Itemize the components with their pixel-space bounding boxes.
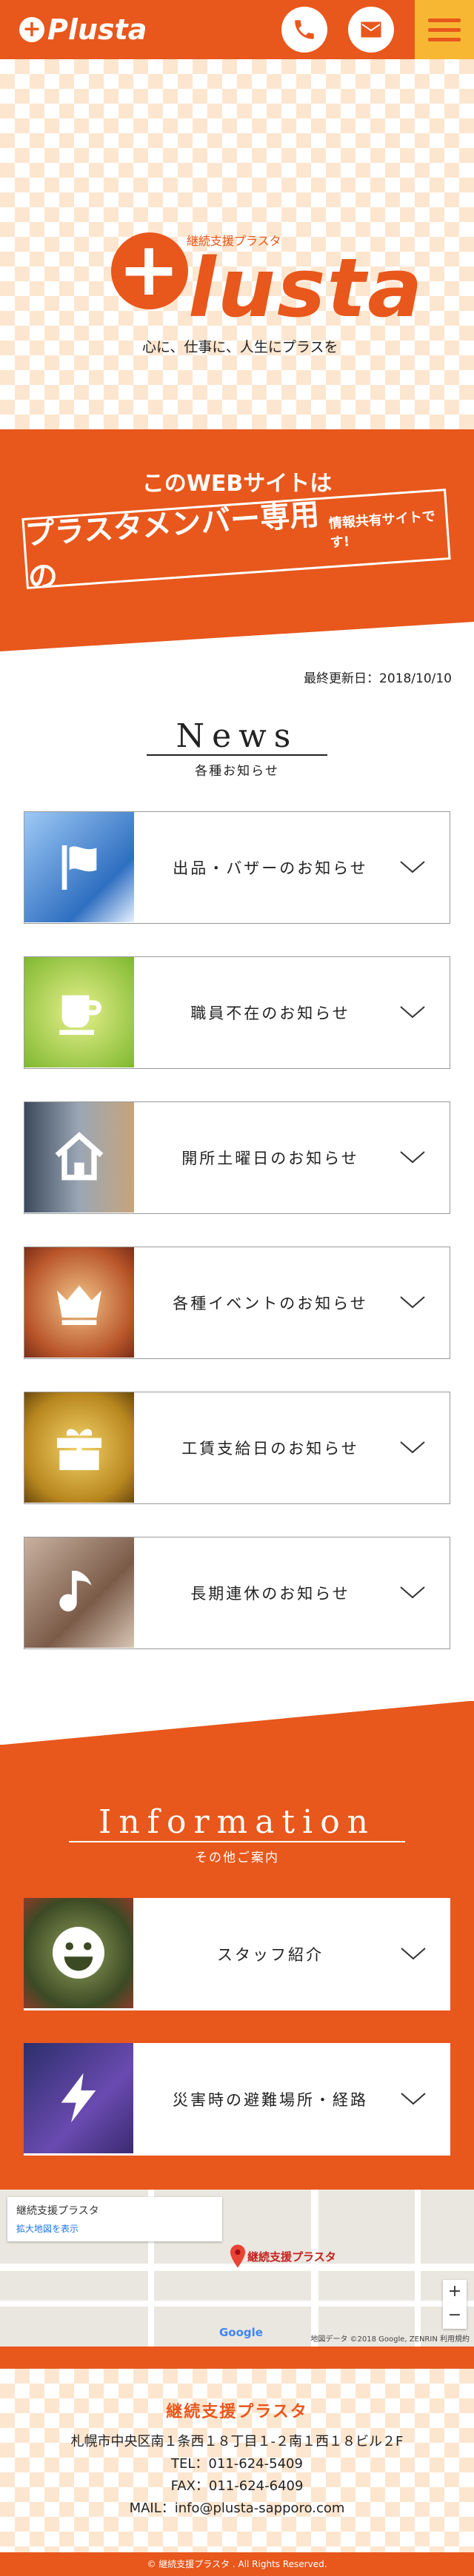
- hero-wordmark: +lusta: [111, 232, 424, 329]
- news-heading: News 各種お知らせ: [0, 718, 474, 779]
- lightning-icon: [61, 2073, 96, 2123]
- news-card-label: 各種イベントのお知らせ: [173, 1295, 368, 1313]
- news-title: News: [146, 718, 328, 757]
- news-subtitle: 各種お知らせ: [195, 764, 279, 779]
- information-list: スタッフ紹介 災害時の避難場所・経路: [0, 1897, 474, 2156]
- hero: 継続支援プラスタ +lusta 心に、仕事に、人生にプラスを: [0, 59, 474, 429]
- info-thumb: [24, 1897, 133, 2008]
- news-card-staff-absence[interactable]: 職員不在のお知らせ: [24, 956, 450, 1070]
- news-thumb: [24, 1102, 134, 1213]
- header-logo-text: Plusta: [47, 13, 147, 46]
- chevron-down-icon: [400, 1441, 425, 1454]
- members-banner: このWEBサイトは プラスタメンバー専用の 情報共有サイトです!: [0, 429, 474, 651]
- chevron-down-icon: [400, 1006, 425, 1019]
- banner-main-text: プラスタメンバー専用の: [24, 497, 321, 595]
- chevron-down-icon: [401, 1948, 426, 1960]
- news-card-label: 長期連休のお知らせ: [190, 1585, 350, 1603]
- house-icon: [55, 1131, 104, 1181]
- news-card-label: 職員不在のお知らせ: [190, 1004, 350, 1023]
- news-thumb: [24, 812, 134, 923]
- footer-address: 札幌市中央区南１条西１８丁目１-２南１西１８ビル２F: [70, 2433, 404, 2449]
- news-thumb: [24, 1537, 134, 1648]
- map-zoom-control: + −: [443, 2279, 467, 2329]
- news-thumb: [24, 1247, 134, 1358]
- chevron-down-icon: [400, 1151, 425, 1164]
- mug-icon: [59, 995, 101, 1035]
- copyright: © 継続支援プラスタ . All Rights Reserved.: [0, 2552, 474, 2576]
- map-pin-label: 継続支援プラスタ: [247, 2250, 336, 2264]
- chevron-down-icon: [400, 1296, 425, 1309]
- news-card-label: 出品・バザーのお知らせ: [173, 859, 368, 878]
- news-card-label: 工賃支給日のお知らせ: [181, 1440, 359, 1458]
- mail-icon: [361, 21, 381, 38]
- last-updated: 最終更新日：2018/10/10: [304, 671, 452, 686]
- mail-button[interactable]: [348, 7, 394, 53]
- map-place-card: 継続支援プラスタ 拡大地図を表示: [7, 2196, 222, 2241]
- banner-small-text: 情報共有サイトです!: [328, 509, 436, 551]
- music-note-icon: [59, 1570, 92, 1611]
- info-thumb: [24, 2042, 133, 2153]
- info-card-label: スタッフ紹介: [217, 1945, 324, 1964]
- google-logo: Google: [219, 2325, 263, 2339]
- chevron-down-icon: [400, 861, 425, 873]
- information-section: Information その他ご案内 スタッフ紹介 災害時の避難場所・経路: [0, 1700, 474, 2190]
- header-bar: + Plusta: [0, 0, 474, 59]
- flag-icon: [61, 845, 97, 890]
- map-attribution[interactable]: 地図データ ©2018 Google, ZENRIN 利用規約: [310, 2332, 470, 2344]
- header-actions: [281, 0, 474, 59]
- news-thumb: [24, 1392, 134, 1503]
- info-card-staff[interactable]: スタッフ紹介: [24, 1897, 450, 2010]
- phone-button[interactable]: [281, 7, 327, 53]
- footer-fax: FAX：011-624-6409: [170, 2478, 304, 2494]
- crown-icon: [57, 1285, 101, 1325]
- footer-name: 継続支援プラスタ: [166, 2402, 308, 2421]
- phone-icon: [295, 20, 314, 39]
- info-card-label: 災害時の避難場所・経路: [173, 2090, 368, 2109]
- map-place-name: 継続支援プラスタ: [16, 2204, 99, 2217]
- hero-tagline: 心に、仕事に、人生にプラスを: [142, 339, 338, 355]
- google-map[interactable]: 継続支援プラスタ 拡大地図を表示 継続支援プラスタ + − Google 地図デ…: [0, 2189, 474, 2347]
- news-card-holidays[interactable]: 長期連休のお知らせ: [24, 1537, 450, 1650]
- map-enlarge-link[interactable]: 拡大地図を表示: [16, 2222, 213, 2235]
- news-card-saturday[interactable]: 開所土曜日のお知らせ: [24, 1101, 450, 1215]
- news-card-label: 開所土曜日のお知らせ: [181, 1150, 359, 1168]
- menu-icon: [428, 18, 461, 22]
- banner-diagonal: [0, 622, 474, 651]
- gift-icon: [57, 1429, 101, 1470]
- chevron-down-icon: [400, 1586, 425, 1599]
- news-list: 出品・バザーのお知らせ 職員不在のお知らせ 開所土曜日のお知らせ 各種イベントの…: [0, 811, 474, 1650]
- information-title: Information: [68, 1805, 406, 1842]
- information-subtitle: その他ご案内: [195, 1850, 279, 1865]
- smile-icon: [53, 1927, 104, 1979]
- banner-box: プラスタメンバー専用の 情報共有サイトです!: [21, 489, 451, 595]
- chevron-down-icon: [401, 2093, 426, 2105]
- news-card-payday[interactable]: 工賃支給日のお知らせ: [24, 1392, 450, 1505]
- footer: 継続支援プラスタ 札幌市中央区南１条西１８丁目１-２南１西１８ビル２F TEL：…: [0, 2346, 474, 2576]
- footer-tel[interactable]: TEL：011-624-5409: [0, 2453, 474, 2472]
- news-thumb: [24, 957, 134, 1068]
- footer-mail[interactable]: MAIL：info@plusta-sapporo.com: [0, 2498, 474, 2517]
- info-card-evacuation[interactable]: 災害時の避難場所・経路: [24, 2042, 450, 2156]
- map-pin-icon[interactable]: [230, 2244, 246, 2271]
- big-plus-icon: +: [111, 232, 188, 309]
- news-card-bazaar[interactable]: 出品・バザーのお知らせ: [24, 811, 450, 925]
- zoom-out-button[interactable]: −: [443, 2304, 467, 2327]
- menu-button[interactable]: [415, 0, 474, 59]
- plus-logo-icon: +: [19, 17, 44, 42]
- header-logo[interactable]: + Plusta: [19, 13, 147, 46]
- news-card-events[interactable]: 各種イベントのお知らせ: [24, 1247, 450, 1360]
- zoom-in-button[interactable]: +: [443, 2280, 467, 2304]
